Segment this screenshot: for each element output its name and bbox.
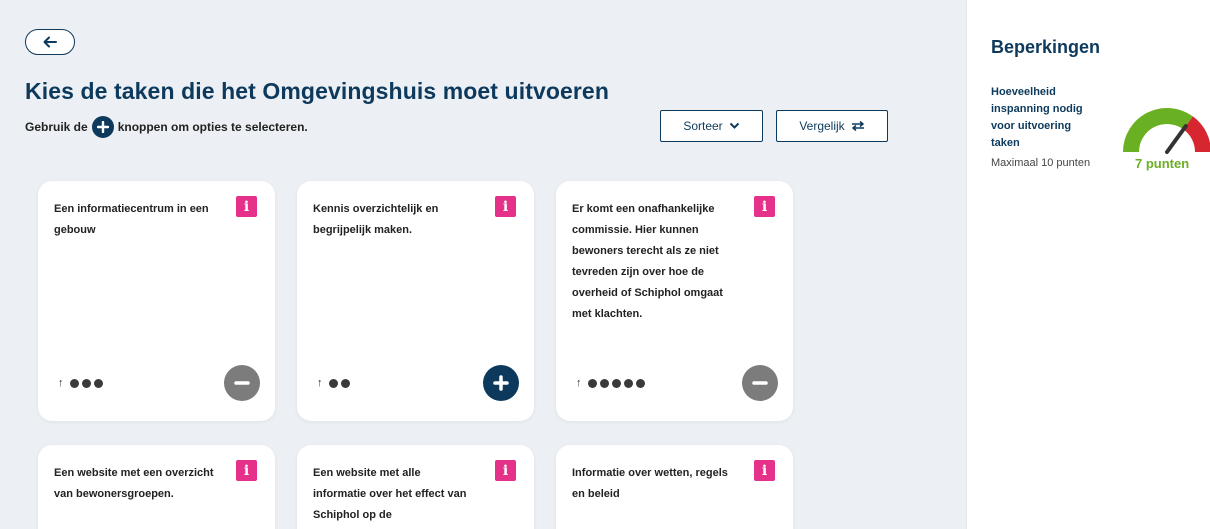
task-card: Er komt een onafhankelijke commissie. Hi… <box>556 181 793 421</box>
effort-dot <box>587 378 597 388</box>
minus-circle-icon[interactable] <box>742 365 778 401</box>
task-card-text: Kennis overzichtelijk en begrijpelijk ma… <box>313 203 439 236</box>
sidebar-title: Beperkingen <box>991 37 1101 57</box>
back-button[interactable] <box>25 29 75 55</box>
task-card-text: Informatie over wetten, regels en beleid <box>572 467 728 500</box>
info-icon[interactable]: i <box>236 460 257 481</box>
constraints-sidebar: Beperkingen Hoeveelheid inspanning nodig… <box>966 0 1210 529</box>
effort-indicator: ↑ <box>58 377 103 389</box>
effort-dot <box>599 378 609 388</box>
effort-dot <box>93 378 103 388</box>
compare-label: Vergelijk <box>799 119 845 133</box>
task-card: Kennis overzichtelijk en begrijpelijk ma… <box>297 181 534 421</box>
info-icon[interactable]: i <box>495 196 516 217</box>
main-panel: Kies de taken die het Omgevingshuis moet… <box>0 0 966 529</box>
info-icon[interactable]: i <box>495 460 516 481</box>
effort-dot <box>340 378 350 388</box>
task-card-text: Een informatiecentrum in een gebouw <box>54 203 209 236</box>
task-card: Informatie over wetten, regels en beleid… <box>556 445 793 529</box>
sort-button[interactable]: Sorteer <box>660 110 763 142</box>
task-card: Een website met alle informatie over het… <box>297 445 534 529</box>
effort-dot <box>611 378 621 388</box>
effort-limit-label: Hoeveelheid inspanning nodig voor uitvoe… <box>991 86 1083 149</box>
instruction-text: Gebruik de knoppen om opties te selecter… <box>25 116 308 138</box>
gauge-value: 7 punten <box>1135 156 1190 171</box>
effort-limit-max: Maximaal 10 punten <box>991 157 1091 169</box>
effort-dot <box>635 378 645 388</box>
compare-button[interactable]: Vergelijk <box>776 110 888 142</box>
task-card-text: Een website met alle informatie over het… <box>313 467 467 521</box>
plus-circle-icon <box>91 116 114 138</box>
effort-dot <box>69 378 79 388</box>
arrow-up-icon: ↑ <box>317 377 323 389</box>
effort-indicator: ↑ <box>576 377 645 389</box>
instruction-after: knoppen om opties te selecteren. <box>117 120 308 134</box>
gauge-needle <box>1165 124 1188 154</box>
arrow-up-icon: ↑ <box>58 377 64 389</box>
page-title: Kies de taken die het Omgevingshuis moet… <box>25 78 609 104</box>
task-card-text: Een website met een overzicht van bewone… <box>54 467 214 500</box>
effort-gauge <box>1123 108 1210 154</box>
effort-dot <box>81 378 91 388</box>
task-card-text: Er komt een onafhankelijke commissie. Hi… <box>572 203 723 320</box>
effort-dot <box>623 378 633 388</box>
minus-circle-icon[interactable] <box>224 365 260 401</box>
info-icon[interactable]: i <box>754 196 775 217</box>
info-icon[interactable]: i <box>236 196 257 217</box>
info-icon[interactable]: i <box>754 460 775 481</box>
arrow-left-icon <box>43 36 57 48</box>
instruction-before: Gebruik de <box>25 120 88 134</box>
chevron-down-icon <box>729 122 739 129</box>
sort-label: Sorteer <box>683 119 723 133</box>
effort-indicator: ↑ <box>317 377 350 389</box>
plus-circle-icon[interactable] <box>483 365 519 401</box>
task-card: Een informatiecentrum in een gebouw i ↑ <box>38 181 275 421</box>
gauge-arc-remaining <box>1183 116 1210 153</box>
swap-arrows-icon <box>851 121 864 131</box>
arrow-up-icon: ↑ <box>576 377 582 389</box>
effort-dot <box>328 378 338 388</box>
task-card: Een website met een overzicht van bewone… <box>38 445 275 529</box>
